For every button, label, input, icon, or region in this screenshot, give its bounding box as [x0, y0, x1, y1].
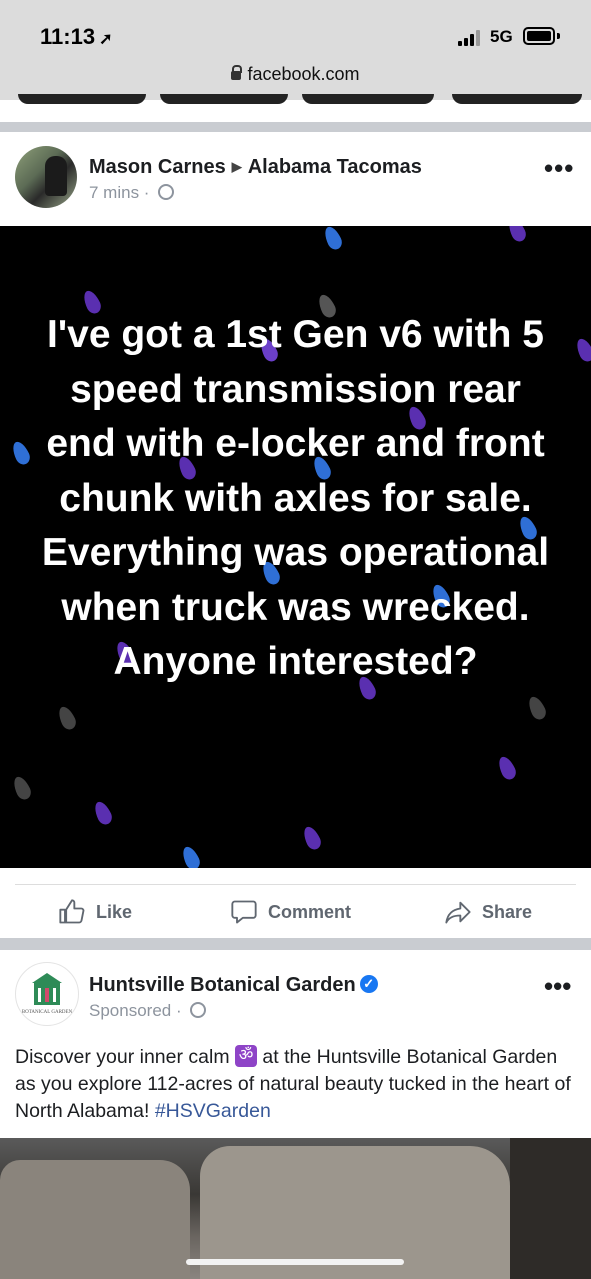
- raindrop: [55, 704, 79, 732]
- raindrop: [321, 226, 345, 252]
- battery-icon: [523, 27, 555, 45]
- tree-shape: [510, 1138, 591, 1279]
- page-name[interactable]: Huntsville Botanical Garden: [89, 974, 356, 996]
- ad-image[interactable]: [0, 1138, 591, 1279]
- status-bar: 11:13 ➚ 5G facebook.com: [0, 0, 591, 100]
- more-options-icon[interactable]: •••: [544, 155, 574, 181]
- share-button[interactable]: Share: [444, 897, 532, 927]
- post-time[interactable]: 7 mins ·: [89, 183, 154, 202]
- ad-meta: Sponsored ·: [89, 1001, 207, 1021]
- like-label: Like: [96, 901, 133, 922]
- raindrop: [179, 844, 203, 868]
- raindrop: [91, 799, 115, 827]
- divider: [15, 884, 576, 885]
- raindrop: [495, 754, 519, 782]
- more-options-icon[interactable]: •••: [544, 973, 571, 999]
- thumbs-up-icon: [59, 899, 85, 924]
- svg-text:BOTANICAL GARDEN: BOTANICAL GARDEN: [22, 1010, 73, 1015]
- comment-icon: [231, 900, 257, 924]
- sponsored-label: Sponsored ·: [89, 1001, 187, 1020]
- verified-badge-icon: ✓: [359, 974, 378, 993]
- lock-icon: [231, 64, 243, 80]
- om-emoji-icon: ॐ: [234, 1044, 257, 1067]
- rock-shape: [0, 1160, 190, 1279]
- url-text: facebook.com: [247, 64, 360, 84]
- triangle-right-icon: ▶: [231, 159, 242, 174]
- previous-item: [302, 94, 434, 104]
- raindrop: [505, 226, 529, 244]
- globe-icon: [190, 1001, 207, 1018]
- text-post-background[interactable]: I've got a 1st Gen v6 with 5 speed trans…: [0, 226, 591, 868]
- battery-tip: [557, 33, 560, 39]
- greenhouse-logo-icon: BOTANICAL GARDEN: [22, 973, 73, 1015]
- previous-item: [18, 94, 146, 104]
- share-label: Share: [482, 901, 533, 922]
- page-name-row: Huntsville Botanical Garden ✓: [89, 974, 378, 997]
- feed-post: Mason Carnes ▶ Alabama Tacomas 7 mins · ••…: [0, 132, 591, 938]
- previous-item: [452, 94, 582, 104]
- post-text: I've got a 1st Gen v6 with 5 speed trans…: [41, 313, 550, 683]
- like-button[interactable]: Like: [58, 897, 132, 927]
- location-arrow-icon: ➚: [99, 31, 113, 48]
- post-meta: 7 mins ·: [89, 183, 175, 203]
- group-name[interactable]: Alabama Tacomas: [248, 156, 422, 178]
- url-bar[interactable]: facebook.com: [0, 64, 591, 85]
- home-indicator[interactable]: [186, 1259, 404, 1265]
- share-icon: [445, 901, 471, 924]
- ad-text: Discover your inner calm ॐ at the Huntsv…: [15, 1044, 575, 1125]
- sponsored-post: BOTANICAL GARDEN Huntsville Botanical Ga…: [0, 950, 591, 1279]
- globe-icon: [158, 183, 175, 200]
- avatar[interactable]: [15, 146, 77, 208]
- raindrop: [9, 439, 33, 467]
- network-type: 5G: [490, 27, 513, 46]
- previous-item: [160, 94, 288, 104]
- clock: 11:13 ➚: [40, 24, 113, 49]
- hashtag-link[interactable]: #HSVGarden: [155, 1100, 271, 1122]
- raindrop: [573, 336, 591, 364]
- signal-icon: [458, 30, 484, 46]
- comment-button[interactable]: Comment: [230, 897, 351, 927]
- raindrop: [10, 774, 34, 802]
- page-logo[interactable]: BOTANICAL GARDEN: [15, 962, 79, 1026]
- raindrop: [300, 824, 324, 852]
- post-header: Mason Carnes ▶ Alabama Tacomas: [89, 156, 422, 179]
- ad-text-start: Discover your inner calm: [15, 1046, 235, 1068]
- author-name[interactable]: Mason Carnes: [89, 156, 226, 178]
- comment-label: Comment: [268, 901, 352, 922]
- raindrop: [525, 694, 549, 722]
